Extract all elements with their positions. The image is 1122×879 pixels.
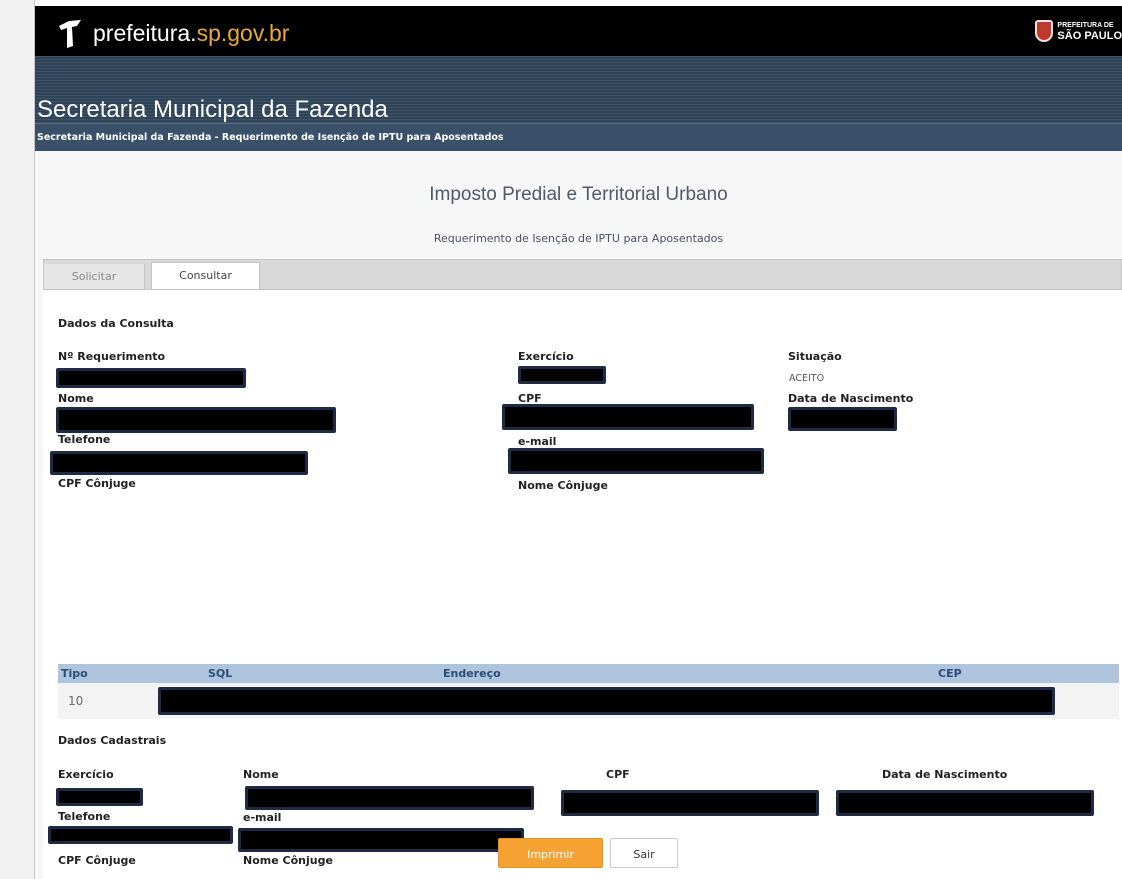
label-cad-cpf: CPF <box>606 768 630 781</box>
label-email: e-mail <box>518 435 557 448</box>
label-cad-nascimento: Data de Nascimento <box>882 768 1008 781</box>
section-title-consulta: Dados da Consulta <box>58 317 174 330</box>
city-logo-bottom: SÃO PAULO <box>1057 29 1122 42</box>
label-nome: Nome <box>58 392 94 405</box>
tab-bar: Solicitar Consultar <box>43 259 1122 290</box>
label-nome-conjuge: Nome Cônjuge <box>518 479 608 492</box>
portal-logo-text[interactable]: prefeitura.sp.gov.br <box>93 20 289 47</box>
redacted-exercicio <box>518 366 606 384</box>
section-title-cadastrais: Dados Cadastrais <box>58 734 167 747</box>
redacted-cad-nascimento <box>836 790 1094 816</box>
label-cad-cpf-conjuge: CPF Cônjuge <box>58 854 136 867</box>
city-logo: PREFEITURA DE SÃO PAULO <box>1035 18 1122 44</box>
label-cad-nome: Nome <box>243 768 279 781</box>
redacted-email <box>508 448 764 474</box>
consulta-content: Dados da Consulta Nº Requerimento Exercí… <box>43 290 1122 879</box>
redacted-cad-cpf <box>561 790 819 816</box>
service-breadcrumb: Secretaria Municipal da Fazenda - Requer… <box>35 123 1122 152</box>
exit-button[interactable]: Sair <box>610 838 678 868</box>
label-cad-email: e-mail <box>243 811 282 824</box>
col-endereco: Endereço <box>443 667 501 680</box>
left-gutter <box>0 0 35 879</box>
label-cad-exercicio: Exercício <box>58 768 114 781</box>
page-subtitle: Requerimento de Isenção de IPTU para Apo… <box>433 232 724 245</box>
secretaria-banner: Secretaria Municipal da Fazenda <box>35 56 1122 123</box>
cell-tipo: 10 <box>68 694 84 708</box>
redacted-cad-nome <box>245 786 534 810</box>
label-cad-telefone: Telefone <box>58 810 111 823</box>
col-sql: SQL <box>208 667 233 680</box>
redacted-requerimento <box>56 368 246 388</box>
tab-consultar[interactable]: Consultar <box>151 262 260 289</box>
page-title: Imposto Predial e Territorial Urbano <box>429 184 728 205</box>
redacted-cad-email <box>238 828 524 852</box>
portal-header: prefeitura.sp.gov.br PREFEITURA DE SÃO P… <box>35 6 1122 56</box>
label-cad-nome-conjuge: Nome Cônjuge <box>243 854 333 867</box>
col-tipo: Tipo <box>61 667 88 680</box>
redacted-nome <box>56 407 336 433</box>
main-panel: Imposto Predial e Territorial Urbano Req… <box>35 151 1122 879</box>
col-cep: CEP <box>938 667 962 680</box>
label-requerimento: Nº Requerimento <box>58 350 166 363</box>
table-row[interactable]: 10 <box>58 683 1119 719</box>
tab-solicitar[interactable]: Solicitar <box>44 264 145 289</box>
city-crest-icon <box>1035 20 1054 42</box>
label-situacao: Situação <box>788 350 842 363</box>
redacted-cpf <box>502 404 754 430</box>
redacted-cad-telefone <box>48 826 233 844</box>
table-header: Tipo SQL Endereço CEP <box>58 664 1119 683</box>
redacted-telefone <box>50 451 308 475</box>
label-telefone: Telefone <box>58 433 111 446</box>
prefeitura-logo-icon <box>59 20 81 48</box>
redacted-cad-exercicio <box>56 788 143 806</box>
label-cpf-conjuge: CPF Cônjuge <box>58 477 136 490</box>
redacted-sql-endereco-cep <box>158 687 1055 715</box>
situacao-value: ACEITO <box>789 373 825 384</box>
secretaria-title: Secretaria Municipal da Fazenda <box>37 96 388 123</box>
service-breadcrumb-text: Secretaria Municipal da Fazenda - Requer… <box>37 132 504 143</box>
print-button[interactable]: Imprimir <box>498 838 603 868</box>
city-logo-top: PREFEITURA DE <box>1057 21 1114 29</box>
label-nascimento: Data de Nascimento <box>788 392 914 405</box>
label-exercicio: Exercício <box>518 350 574 363</box>
redacted-nascimento <box>788 407 897 431</box>
